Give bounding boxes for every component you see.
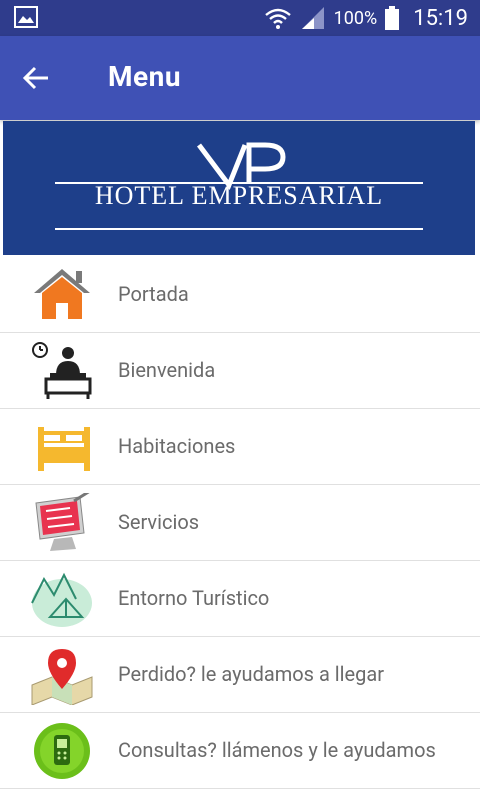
hotel-name: HOTEL EMPRESARIAL xyxy=(94,181,384,210)
battery-percent: 100% xyxy=(333,7,378,29)
signal-icon xyxy=(301,7,324,29)
clock: 15:19 xyxy=(413,5,468,31)
menu-item-label: Portada xyxy=(118,282,189,306)
bed-icon xyxy=(38,427,90,471)
menu-item-perdido[interactable]: Perdido? le ayudamos a llegar xyxy=(0,637,480,713)
gallery-icon xyxy=(14,6,38,28)
menu-item-portada[interactable]: Portada xyxy=(0,257,480,333)
mountain-tent-icon xyxy=(31,572,92,627)
menu-item-bienvenida[interactable]: Bienvenida xyxy=(0,333,480,409)
back-arrow-icon[interactable] xyxy=(22,64,50,92)
menu-item-label: Entorno Turístico xyxy=(118,586,270,610)
phone-icon xyxy=(34,723,90,779)
page-title: Menu xyxy=(108,60,182,93)
wifi-icon xyxy=(264,8,291,29)
map-pin-icon xyxy=(31,649,93,705)
menu-item-label: Consultas? llámenos y le ayudamos xyxy=(118,738,436,762)
hotel-banner: HOTEL EMPRESARIAL xyxy=(3,121,475,255)
home-icon xyxy=(34,269,90,319)
menu-item-label: Servicios xyxy=(118,510,200,534)
status-bar: 100% 15:19 xyxy=(0,0,480,36)
menu-item-servicios[interactable]: Servicios xyxy=(0,485,480,561)
reception-icon xyxy=(32,342,92,399)
menu-item-label: Habitaciones xyxy=(118,434,236,458)
app-bar: Menu xyxy=(0,36,480,120)
menu-item-entorno-turistico[interactable]: Entorno Turístico xyxy=(0,561,480,637)
menu-item-consultas[interactable]: Consultas? llámenos y le ayudamos xyxy=(0,713,480,789)
menu-item-label: Perdido? le ayudamos a llegar xyxy=(118,662,385,686)
menu-item-habitaciones[interactable]: Habitaciones xyxy=(0,409,480,485)
monitor-icon xyxy=(35,493,90,551)
battery-icon xyxy=(385,6,400,30)
menu-item-label: Bienvenida xyxy=(118,358,216,382)
menu-list: Portada Bienvenida Habitaciones Servicio… xyxy=(0,257,480,789)
